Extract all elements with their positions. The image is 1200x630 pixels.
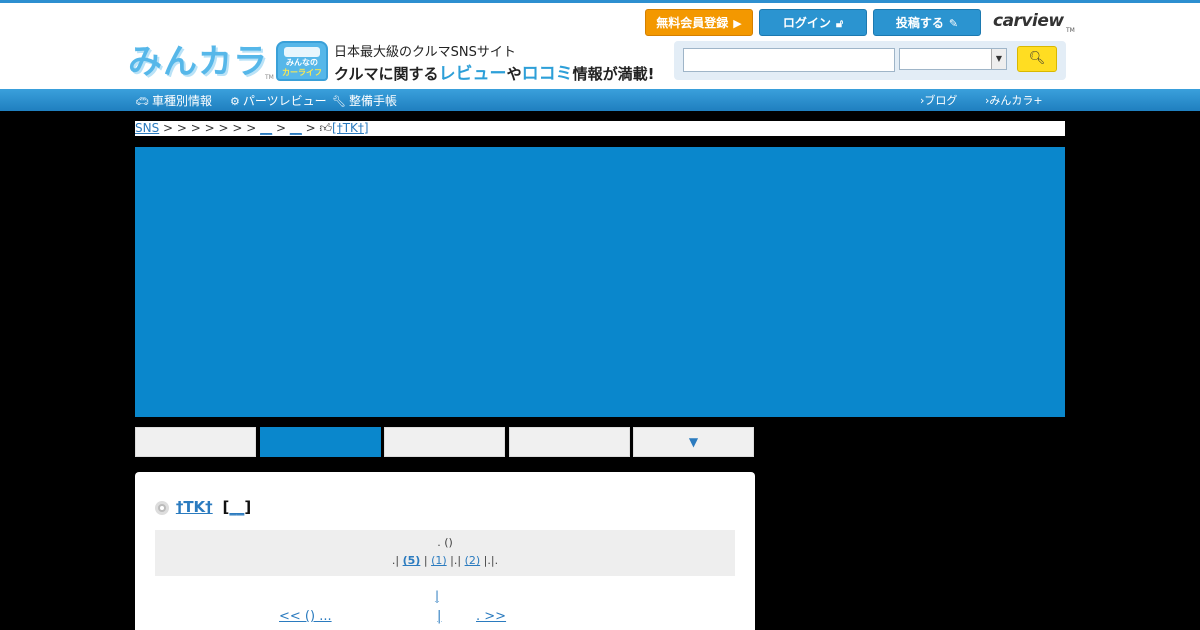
nav-parts-label: パーツレビュー xyxy=(242,94,327,108)
user-bracket-link[interactable]: __ xyxy=(229,498,244,516)
search-input[interactable] xyxy=(683,48,895,72)
site-tagline: 日本最大級のクルマSNSサイト xyxy=(334,45,516,60)
tagline-highlight-kuchikomi: ロコミ xyxy=(521,64,573,84)
breadcrumb-sep: > xyxy=(301,121,320,135)
global-nav: 🚗︎ 車種別情報 ⚙ パーツレビュー 🔧︎ 整備手帳 ›ブログ ›みんカラ+ xyxy=(0,89,1200,111)
tagline-part: や xyxy=(506,65,522,83)
info-counts: .| (5) | (1) |.| (2) |.|. xyxy=(155,554,735,567)
nav-maintenance[interactable]: 🔧︎ 整備手帳 xyxy=(332,92,397,109)
post-label: 投稿する xyxy=(895,16,944,30)
site-header: みんカラ TM みんなの カーライフ 日本最大級のクルマSNSサイト クルマに関… xyxy=(0,0,1200,89)
car-life-badge-icon: みんなの カーライフ xyxy=(276,41,328,81)
breadcrumb: SNS > > > > > > > __ > __ > 👍︎[†TK†] xyxy=(135,121,1065,136)
nav-minkara-label: みんカラ+ xyxy=(989,94,1043,107)
pen-icon: ✎ xyxy=(948,17,959,30)
chevron-down-icon[interactable]: ▼ xyxy=(991,49,1006,69)
car-icon: 🚗︎ xyxy=(135,95,149,108)
lock-icon: 🔓︎ xyxy=(835,17,844,30)
nav-minkara-plus[interactable]: ›みんカラ+ xyxy=(985,92,1043,108)
pager-mid-link[interactable]: | xyxy=(437,609,441,624)
tagline-highlight-review: レビュー xyxy=(438,64,507,84)
login-button[interactable]: ログイン 🔓︎ xyxy=(759,9,867,36)
more-tabs-icon: ▼ xyxy=(688,435,699,449)
count-link-3[interactable]: (2) xyxy=(465,554,481,567)
thumbs-up-icon: 👍︎ xyxy=(319,121,333,135)
pager-prev-link[interactable]: << () ... xyxy=(279,609,332,624)
nav-blog[interactable]: ›ブログ xyxy=(920,92,957,108)
post-button[interactable]: 投稿する ✎ xyxy=(873,9,981,36)
profile-panel: †TK† [__] . () .| (5) | (1) |.| (2) |.|.… xyxy=(135,472,755,630)
login-label: ログイン xyxy=(782,16,831,30)
breadcrumb-sep: > xyxy=(272,121,290,135)
count-link-1[interactable]: (5) xyxy=(403,554,421,567)
breadcrumb-current[interactable]: [†TK†] xyxy=(332,121,369,135)
register-label: 無料会員登録 xyxy=(656,16,729,30)
tab-4[interactable] xyxy=(509,427,630,457)
logo-text: みんカラ xyxy=(128,42,268,82)
pager-top: | xyxy=(135,589,755,603)
gear-icon: ⚙ xyxy=(230,95,240,108)
breadcrumb-sep: > > > > > > > xyxy=(159,121,261,135)
register-button[interactable]: 無料会員登録 ▶ xyxy=(645,9,753,36)
user-row: †TK† [__] xyxy=(155,498,251,516)
play-arrow-icon: ▶ xyxy=(733,17,742,30)
pager-next-link[interactable]: . >> xyxy=(476,609,506,624)
info-sep: |.|. xyxy=(483,554,499,567)
breadcrumb-link[interactable]: __ xyxy=(260,121,272,135)
badge-line2: カーライフ xyxy=(282,68,322,77)
minkara-logo[interactable]: みんカラ TM xyxy=(128,41,274,83)
carview-logo[interactable]: carview xyxy=(993,11,1064,31)
breadcrumb-link[interactable]: __ xyxy=(290,121,302,135)
tab-1[interactable] xyxy=(135,427,256,457)
user-info-box: . () .| (5) | (1) |.| (2) |.|. xyxy=(155,530,735,576)
bracket-close: ] xyxy=(244,498,252,516)
tagline-part: クルマに関する xyxy=(334,65,439,83)
nav-car-label: 車種別情報 xyxy=(151,94,212,108)
nav-car-info[interactable]: 🚗︎ 車種別情報 xyxy=(135,92,212,109)
tab-3[interactable] xyxy=(384,427,505,457)
nav-blog-label: ブログ xyxy=(924,94,958,107)
breadcrumb-root[interactable]: SNS xyxy=(135,121,159,135)
info-sep: .| xyxy=(391,554,400,567)
search-button[interactable]: 🔍︎ xyxy=(1017,46,1057,72)
tab-2-active[interactable] xyxy=(260,427,381,457)
count-link-2[interactable]: (1) xyxy=(431,554,447,567)
user-status-icon xyxy=(155,501,169,515)
info-sep: | xyxy=(423,554,428,567)
tab-more[interactable]: ▼ xyxy=(633,427,754,457)
site-subtagline: クルマに関するレビューやロコミ情報が満載! xyxy=(334,59,654,84)
carview-tm: TM xyxy=(1066,27,1075,34)
ad-banner[interactable] xyxy=(135,147,1065,417)
tagline-part: 情報が満載! xyxy=(572,65,655,83)
search-box: ▼ 🔍︎ xyxy=(674,41,1066,80)
info-line: . () xyxy=(437,536,453,549)
car-window xyxy=(284,47,320,57)
nav-parts-review[interactable]: ⚙ パーツレビュー xyxy=(230,92,327,109)
info-sep: |.| xyxy=(450,554,462,567)
nav-maint-label: 整備手帳 xyxy=(348,94,397,108)
search-category-select[interactable]: ▼ xyxy=(899,48,1007,70)
wrench-icon: 🔧︎ xyxy=(332,95,346,108)
logo-tm: TM xyxy=(265,74,274,81)
user-name-link[interactable]: †TK† xyxy=(176,498,213,516)
search-icon: 🔍︎ xyxy=(1028,51,1046,66)
user-bracket: [__] xyxy=(223,498,252,516)
pager-top-link[interactable]: | xyxy=(435,589,439,603)
